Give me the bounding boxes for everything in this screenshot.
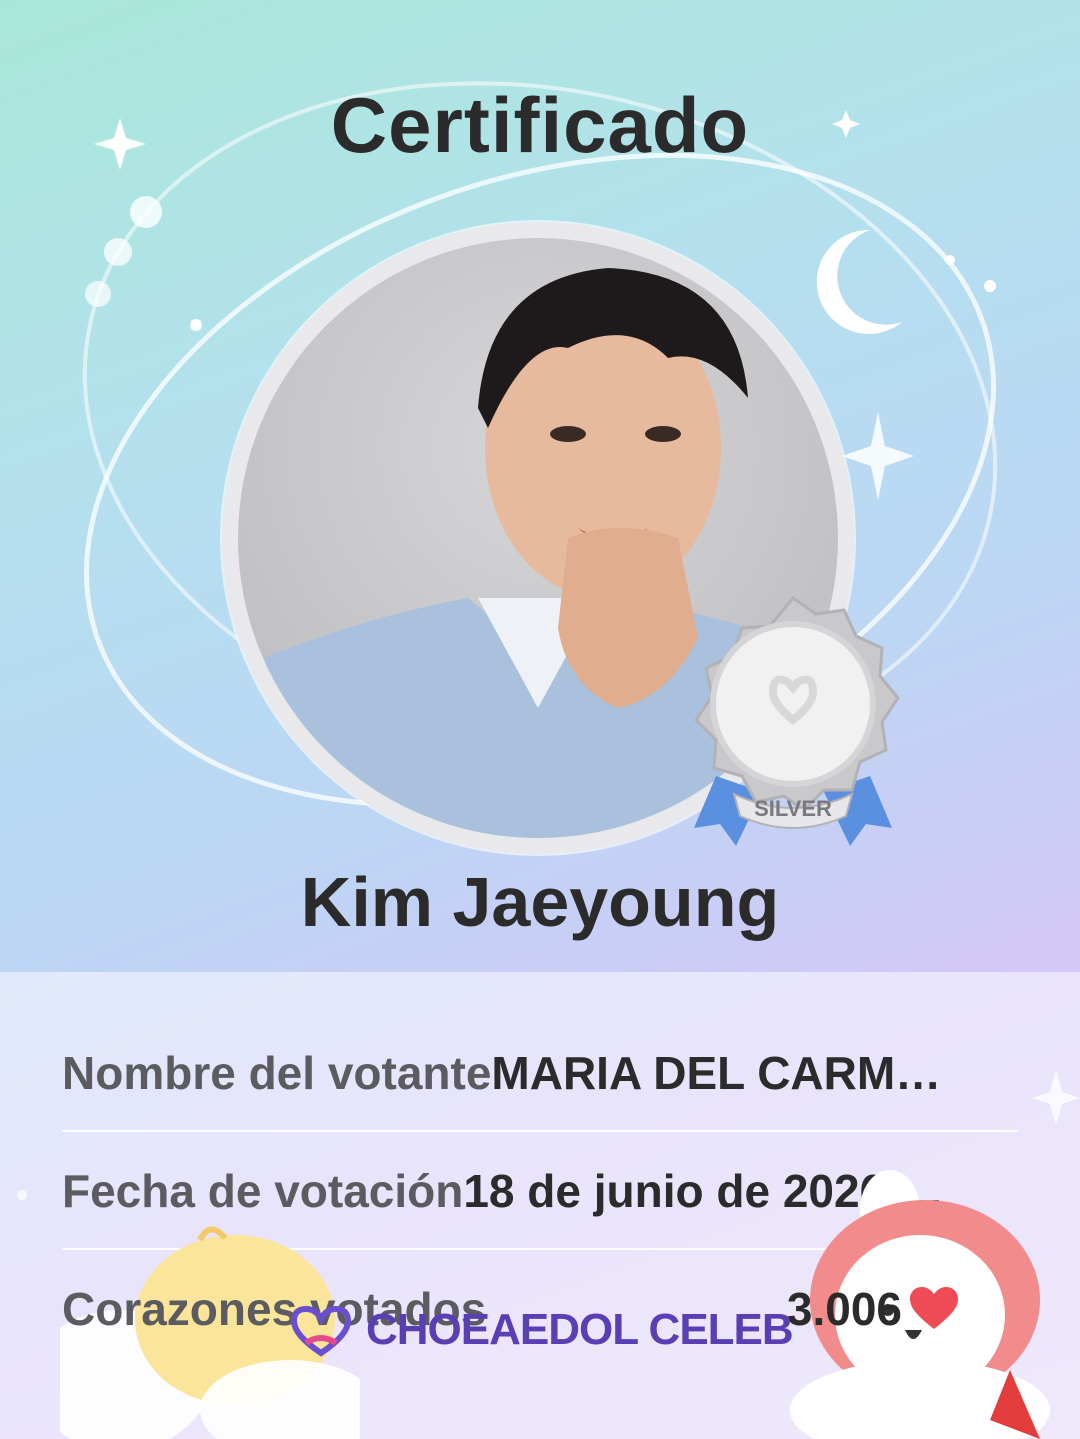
voter-row: Nombre del votante MARIA DEL CARM… xyxy=(62,1014,1018,1132)
brand-logo-text: CHOEAEDOL CELEB xyxy=(366,1305,794,1354)
voter-label: Nombre del votante xyxy=(62,1047,492,1099)
hearts-value: 3.006 xyxy=(786,1283,902,1335)
certificate-title: Certificado xyxy=(330,81,750,169)
celebrity-name: Kim Jaeyoung xyxy=(300,863,780,941)
voter-value: MARIA DEL CARM… xyxy=(491,1047,942,1099)
badge-label: SILVER xyxy=(754,796,832,821)
hearts-value-group: 3.006 xyxy=(787,1282,958,1336)
choeaedol-logo-icon xyxy=(290,1305,352,1357)
silver-medal-icon: SILVER xyxy=(694,596,900,846)
brand-logo: CHOEAEDOL CELEB xyxy=(286,1300,794,1360)
heart-icon xyxy=(910,1287,958,1329)
